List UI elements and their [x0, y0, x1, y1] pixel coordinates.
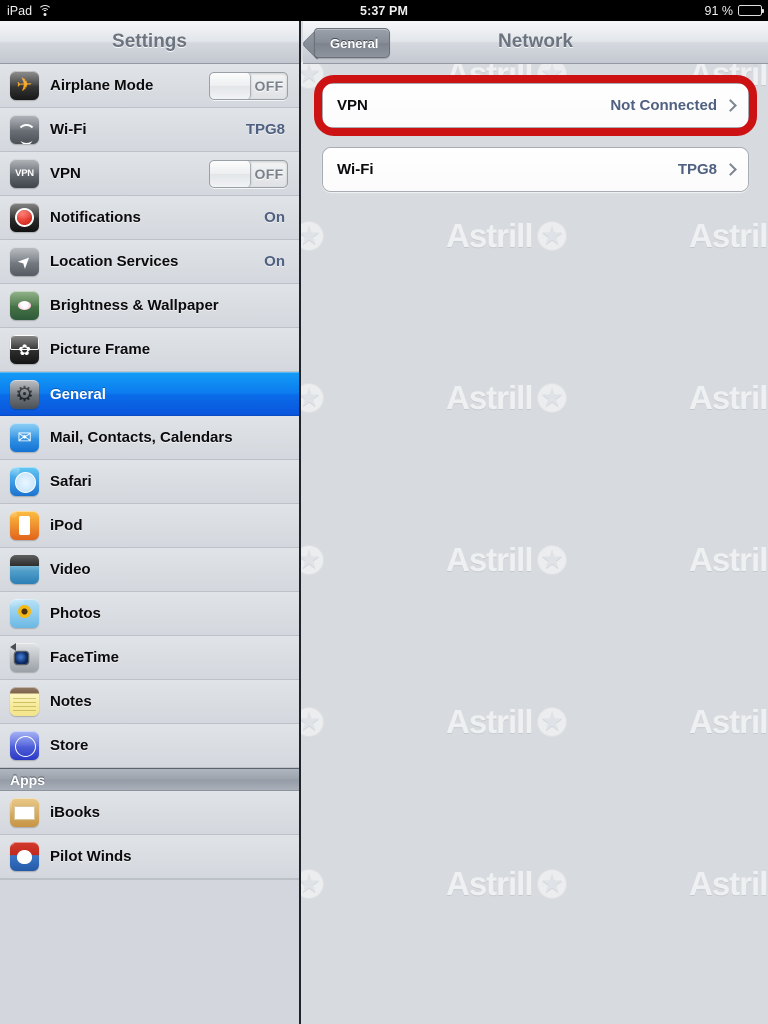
battery-icon [738, 5, 765, 16]
chevron-right-icon [724, 163, 737, 176]
notifications-icon [10, 203, 39, 232]
sidebar-item-label: General [50, 385, 106, 403]
sidebar-item-label: Photos [50, 605, 101, 622]
sidebar-item-brightness-wallpaper[interactable]: Brightness & Wallpaper [0, 284, 299, 328]
sidebar-item-notifications[interactable]: Notifications On [0, 196, 299, 240]
sidebar-item-label: iBooks [50, 804, 101, 821]
detail-header: General Network [303, 21, 768, 64]
brightness-icon [10, 291, 39, 320]
sidebar-item-label: Notes [50, 693, 92, 710]
network-row-label: Wi-Fi [337, 161, 374, 178]
sidebar-item-label: Airplane Mode [50, 77, 154, 94]
facetime-icon [10, 643, 39, 672]
status-bar-right: 91 % [704, 3, 765, 18]
network-row-value: TPG8 [677, 161, 717, 178]
sidebar-item-label: Notifications [50, 209, 141, 226]
sidebar-item-safari[interactable]: Safari [0, 460, 299, 504]
network-row-wi-fi[interactable]: Wi-Fi TPG8 [323, 148, 748, 191]
video-icon [10, 555, 39, 584]
toggle-switch[interactable]: OFF [209, 71, 288, 100]
general-gear-icon [10, 379, 39, 409]
sidebar-item-store[interactable]: Store [0, 724, 299, 768]
sidebar-item-label: iPod [50, 517, 83, 534]
toggle-switch[interactable]: OFF [209, 159, 288, 188]
ibooks-icon [10, 798, 39, 827]
status-bar-clock: 5:37 PM [360, 3, 408, 18]
sidebar-group-header-apps: Apps [0, 768, 299, 791]
sidebar-item-value: On [264, 209, 285, 226]
toggle-state-label: OFF [254, 165, 284, 182]
sidebar-item-value: TPG8 [245, 121, 285, 138]
network-detail-panel: General Network VPN Not Connected Wi-Fi TPG… [303, 21, 768, 1024]
picture-frame-icon [10, 335, 39, 364]
network-row-vpn[interactable]: VPN Not Connected [323, 84, 748, 127]
sidebar-item-label: VPN [50, 165, 81, 182]
sidebar-item-airplane-mode[interactable]: Airplane Mode OFF [0, 64, 299, 108]
sidebar-group-label: Apps [10, 771, 45, 788]
notes-icon [10, 687, 39, 716]
sidebar-item-photos[interactable]: Photos [0, 592, 299, 636]
sidebar-item-pilot-winds[interactable]: Pilot Winds [0, 835, 299, 879]
sidebar-item-notes[interactable]: Notes [0, 680, 299, 724]
detail-body: VPN Not Connected Wi-Fi TPG8 [303, 64, 768, 1024]
wifi-icon [10, 115, 39, 144]
sidebar-item-ipod[interactable]: iPod [0, 504, 299, 548]
sidebar-item-label: Wi-Fi [50, 121, 87, 138]
card-vpn: VPN Not Connected [322, 83, 749, 128]
sidebar-item-location-services[interactable]: Location Services On [0, 240, 299, 284]
sidebar-item-label: Safari [50, 473, 92, 490]
mail-icon [10, 423, 39, 452]
sidebar-header: Settings [0, 21, 299, 64]
sidebar-item-label: Pilot Winds [50, 848, 132, 865]
sidebar-item-ibooks[interactable]: iBooks [0, 791, 299, 835]
vpn-icon [10, 159, 39, 188]
sidebar-item-video[interactable]: Video [0, 548, 299, 592]
detail-title: Network [498, 31, 573, 52]
sidebar-item-label: Store [50, 737, 89, 754]
chevron-right-icon [724, 99, 737, 112]
sidebar-empty-area [0, 879, 299, 999]
card-wi-fi: Wi-Fi TPG8 [322, 147, 749, 192]
sidebar-title: Settings [112, 31, 187, 52]
sidebar-item-facetime[interactable]: FaceTime [0, 636, 299, 680]
safari-icon [10, 467, 39, 496]
sidebar-item-wi-fi[interactable]: Wi-Fi TPG8 [0, 108, 299, 152]
sidebar-item-label: Brightness & Wallpaper [50, 297, 219, 314]
back-button-general[interactable]: General [314, 28, 391, 58]
ipod-icon [10, 511, 39, 540]
sidebar-item-label: Video [50, 561, 91, 578]
settings-list: Airplane Mode OFF Wi-Fi TPG8 VPN OFF Notificat… [0, 64, 299, 999]
battery-percent-label: 91 % [704, 3, 734, 18]
sidebar-item-label: Mail, Contacts, Calendars [50, 429, 233, 446]
sidebar-item-label: Picture Frame [50, 341, 151, 358]
network-row-label: VPN [337, 97, 368, 114]
location-icon [10, 247, 39, 276]
sidebar-item-label: FaceTime [50, 649, 119, 666]
ipad-settings-screen: AstrillAstrillAstrillAstrillAstrillAstri… [0, 0, 768, 1024]
sidebar-item-label: Location Services [50, 253, 179, 270]
sidebar-item-general[interactable]: General [0, 372, 299, 416]
detail-row-wrapper: Wi-Fi TPG8 [322, 147, 749, 192]
settings-sidebar: Settings Airplane Mode OFF Wi-Fi TPG8 VPN OFF… [0, 21, 301, 1024]
detail-row-wrapper: VPN Not Connected [314, 75, 757, 136]
sidebar-item-picture-frame[interactable]: Picture Frame [0, 328, 299, 372]
back-button-label: General [330, 35, 379, 51]
toggle-knob [210, 160, 251, 187]
status-bar: iPad 5:37 PM 91 % [0, 0, 768, 21]
network-row-value: Not Connected [610, 97, 717, 114]
sidebar-item-value: On [264, 253, 285, 270]
airplane-icon [10, 71, 39, 100]
store-icon [10, 731, 39, 760]
photos-icon [10, 599, 39, 628]
toggle-knob [210, 72, 251, 99]
sidebar-item-vpn[interactable]: VPN OFF [0, 152, 299, 196]
pilot-winds-icon [10, 842, 39, 871]
toggle-state-label: OFF [254, 77, 284, 94]
sidebar-item-mail-contacts-calendars[interactable]: Mail, Contacts, Calendars [0, 416, 299, 460]
